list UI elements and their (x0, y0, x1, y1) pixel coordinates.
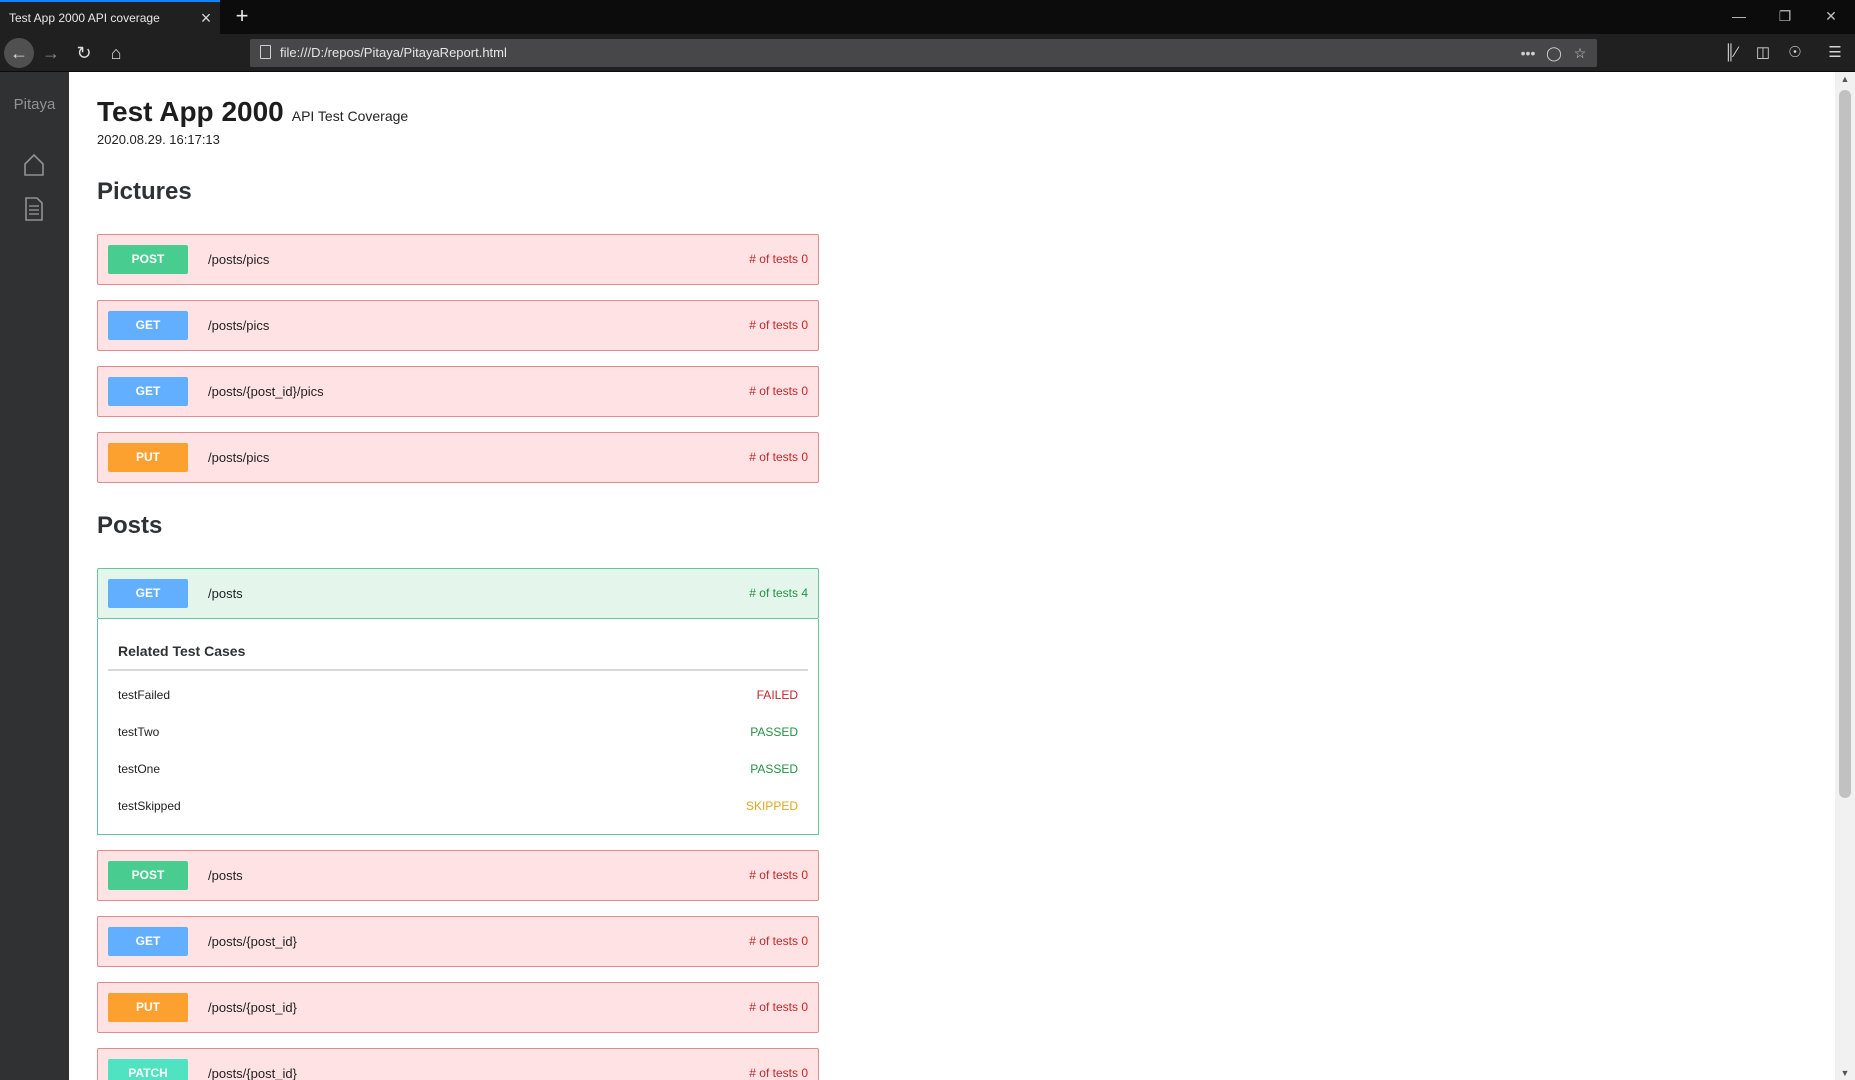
section-title-posts: Posts (97, 512, 163, 539)
endpoint-row-expanded[interactable]: GET /posts # of tests 4 (97, 568, 819, 619)
test-case-status: SKIPPED (745, 799, 798, 813)
method-badge: GET (108, 377, 188, 406)
test-count: # of tests 0 (749, 1066, 808, 1080)
test-case-row: testOne PASSED (118, 759, 798, 779)
brand-name[interactable]: Pitaya (0, 96, 69, 113)
home-icon[interactable]: ⌂ (101, 38, 131, 68)
endpoint-path: /posts (208, 586, 243, 601)
endpoint-path: /posts/{post_id}/pics (208, 384, 324, 399)
forward-icon[interactable]: → (36, 38, 66, 68)
test-case-row: testFailed FAILED (118, 685, 798, 705)
method-badge: GET (108, 927, 188, 956)
test-count: # of tests 0 (749, 252, 808, 266)
window-close-icon[interactable]: ✕ (1808, 0, 1854, 34)
test-count: # of tests 0 (749, 384, 808, 398)
endpoint-path: /posts/pics (208, 252, 270, 267)
report-timestamp: 2020.08.29. 16:17:13 (97, 132, 220, 147)
endpoint-row[interactable]: POST /posts/pics # of tests 0 (97, 234, 819, 285)
report-header: Test App 2000 API Test Coverage (97, 96, 408, 128)
method-badge: POST (108, 245, 188, 274)
divider (108, 669, 808, 671)
report-subtitle: API Test Coverage (291, 108, 409, 124)
method-badge: GET (108, 579, 188, 608)
method-badge: PATCH (108, 1059, 188, 1080)
endpoint-row[interactable]: POST /posts # of tests 0 (97, 850, 819, 901)
browser-tabstrip: Test App 2000 API coverage × + — ❐ ✕ (0, 0, 1855, 34)
section-title-pictures: Pictures (97, 178, 192, 205)
app-name: Test App 2000 (97, 96, 284, 127)
method-badge: POST (108, 861, 188, 890)
more-icon[interactable]: ••• (1516, 39, 1540, 67)
method-badge: PUT (108, 993, 188, 1022)
minimize-icon[interactable]: — (1716, 0, 1762, 34)
scroll-down-arrow-icon[interactable]: ▼ (1835, 1068, 1855, 1078)
related-test-cases-title: Related Test Cases (118, 643, 246, 659)
test-count: # of tests 0 (749, 934, 808, 948)
menu-icon[interactable]: ☰ (1820, 38, 1850, 68)
close-icon[interactable]: × (192, 2, 220, 34)
endpoint-path: /posts/{post_id} (208, 934, 297, 949)
document-icon[interactable] (22, 196, 46, 222)
endpoint-row[interactable]: GET /posts/pics # of tests 0 (97, 300, 819, 351)
bookmark-star-icon[interactable]: ☆ (1568, 39, 1592, 67)
endpoint-path: /posts (208, 868, 243, 883)
test-case-name: testSkipped (118, 799, 181, 813)
endpoint-row[interactable]: PUT /posts/{post_id} # of tests 0 (97, 982, 819, 1033)
restore-icon[interactable]: ❐ (1762, 0, 1808, 34)
home-icon[interactable] (22, 152, 46, 178)
pocket-icon[interactable]: ◯ (1542, 39, 1566, 67)
url-bar[interactable]: file:///D:/repos/Pitaya/PitayaReport.htm… (250, 39, 1597, 67)
endpoint-path: /posts/{post_id} (208, 1066, 297, 1080)
endpoint-row[interactable]: GET /posts/{post_id}/pics # of tests 0 (97, 366, 819, 417)
endpoint-path: /posts/{post_id} (208, 1000, 297, 1015)
test-case-status: FAILED (756, 688, 798, 702)
endpoint-row[interactable]: PUT /posts/pics # of tests 0 (97, 432, 819, 483)
page-icon (260, 45, 271, 59)
endpoint-path: /posts/pics (208, 318, 270, 333)
method-badge: PUT (108, 443, 188, 472)
url-text[interactable]: file:///D:/repos/Pitaya/PitayaReport.htm… (280, 39, 507, 67)
test-case-name: testOne (118, 762, 161, 776)
test-case-row: testSkipped SKIPPED (118, 796, 798, 816)
app-sidebar: Pitaya (0, 72, 69, 1080)
tab-title: Test App 2000 API coverage (9, 11, 160, 25)
related-test-cases-panel: Related Test Cases testFailed FAILED tes… (97, 619, 819, 835)
sidebar-icon[interactable]: ◫ (1748, 38, 1778, 68)
scrollbar-thumb[interactable] (1839, 90, 1851, 798)
method-badge: GET (108, 311, 188, 340)
test-count: # of tests 0 (749, 318, 808, 332)
test-count: # of tests 0 (749, 450, 808, 464)
test-case-name: testFailed (118, 688, 171, 702)
reload-icon[interactable]: ↻ (69, 38, 99, 68)
test-count: # of tests 0 (749, 1000, 808, 1014)
back-icon[interactable]: ← (4, 38, 34, 68)
vertical-scrollbar[interactable]: ▲ ▼ (1835, 72, 1855, 1080)
endpoint-path: /posts/pics (208, 450, 270, 465)
library-icon[interactable]: ║∕ (1716, 38, 1746, 68)
test-case-row: testTwo PASSED (118, 722, 798, 742)
browser-tab[interactable]: Test App 2000 API coverage × (0, 0, 220, 34)
test-case-status: PASSED (750, 762, 798, 776)
new-tab-plus-icon[interactable]: + (228, 0, 256, 34)
scroll-up-arrow-icon[interactable]: ▲ (1835, 74, 1855, 84)
endpoint-row[interactable]: GET /posts/{post_id} # of tests 0 (97, 916, 819, 967)
test-case-name: testTwo (118, 725, 160, 739)
test-count: # of tests 4 (749, 586, 808, 600)
browser-navbar: ← → ↻ ⌂ file:///D:/repos/Pitaya/PitayaRe… (0, 34, 1855, 72)
account-icon[interactable]: ☉ (1780, 38, 1810, 68)
test-count: # of tests 0 (749, 868, 808, 882)
report-content: Test App 2000 API Test Coverage 2020.08.… (69, 72, 1835, 1080)
endpoint-row[interactable]: PATCH /posts/{post_id} # of tests 0 (97, 1048, 819, 1080)
test-case-status: PASSED (750, 725, 798, 739)
